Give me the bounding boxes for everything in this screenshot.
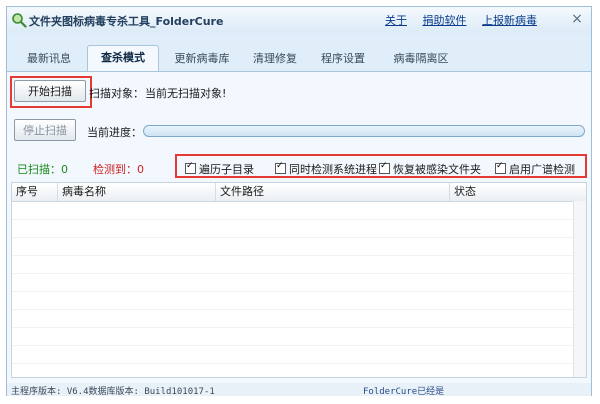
start-scan-button[interactable]: 开始扫描	[14, 80, 86, 102]
tab-quarantine[interactable]: 病毒隔离区	[383, 47, 459, 71]
window-title: 文件夹图标病毒专杀工具_FolderCure	[29, 15, 224, 28]
scan-target-value: 当前无扫描对象!	[145, 87, 227, 100]
option-label: 启用广谱检测	[509, 163, 575, 176]
top-links: 关于 捐助软件 上报新病毒	[373, 12, 537, 28]
tab-clean-repair[interactable]: 清理修复	[243, 47, 307, 71]
check-icon[interactable]	[185, 161, 196, 174]
title-bar: 文件夹图标病毒专杀工具_FolderCure 关于 捐助软件 上报新病毒 ×	[7, 7, 591, 33]
scanned-label: 已扫描：	[17, 163, 61, 176]
grid-line	[12, 291, 586, 292]
scanned-count: 已扫描：0	[17, 161, 68, 177]
tab-settings[interactable]: 程序设置	[311, 47, 375, 71]
tab-news[interactable]: 最新讯息	[17, 47, 81, 71]
status-message: FolderCure已经是	[363, 387, 445, 397]
detected-count: 检测到：0	[93, 161, 144, 177]
about-link[interactable]: 关于	[385, 14, 407, 27]
detected-value: 0	[137, 163, 144, 176]
grid-line	[12, 363, 586, 364]
grid-line	[12, 219, 586, 220]
option-restore-folders[interactable]: 恢复被感染文件夹	[379, 161, 481, 177]
grid-line	[12, 327, 586, 328]
grid-line	[12, 345, 586, 346]
column-status[interactable]: 状态	[450, 183, 576, 201]
grid-line	[12, 273, 586, 274]
grid-line	[12, 255, 586, 256]
column-file-path[interactable]: 文件路径	[216, 183, 450, 201]
table-header: 序号 病毒名称 文件路径 状态	[12, 183, 586, 202]
donate-link[interactable]: 捐助软件	[423, 14, 467, 27]
stop-scan-button[interactable]: 停止扫描	[14, 119, 76, 141]
tab-bar: 最新讯息 查杀模式 更新病毒库 清理修复 程序设置 病毒隔离区	[7, 45, 591, 73]
progress-label: 当前进度：	[87, 126, 142, 139]
grid-line	[12, 237, 586, 238]
scan-progress-bar	[143, 125, 585, 137]
check-icon[interactable]	[379, 161, 390, 174]
scan-target-label: 扫描对象：	[89, 87, 144, 100]
option-check-processes[interactable]: 同时检测系统进程	[275, 161, 377, 177]
detected-label: 检测到：	[93, 163, 137, 176]
option-label: 同时检测系统进程	[289, 163, 377, 176]
option-broad-spectrum[interactable]: 启用广谱检测	[495, 161, 575, 177]
report-virus-link[interactable]: 上报新病毒	[482, 14, 537, 27]
table-scrollbar[interactable]	[573, 201, 586, 377]
column-index[interactable]: 序号	[12, 183, 58, 201]
scanned-value: 0	[61, 163, 68, 176]
scan-panel: 开始扫描 扫描对象： 当前无扫描对象! 停止扫描 当前进度： 已扫描：0 检测到…	[7, 71, 591, 384]
tab-scan-mode[interactable]: 查杀模式	[87, 45, 159, 72]
magnifier-icon	[12, 13, 27, 28]
version-info: 主程序版本: V6.4数据库版本: Build101017-1	[11, 387, 215, 397]
results-table: 序号 病毒名称 文件路径 状态	[11, 182, 587, 378]
option-label: 遍历子目录	[199, 163, 254, 176]
grid-line	[12, 309, 586, 310]
tab-update-db[interactable]: 更新病毒库	[165, 47, 239, 71]
check-icon[interactable]	[275, 161, 286, 174]
option-traverse-subdirs[interactable]: 遍历子目录	[185, 161, 254, 177]
status-bar: 主程序版本: V6.4数据库版本: Build101017-1 FolderCu…	[7, 383, 591, 397]
column-virus-name[interactable]: 病毒名称	[58, 183, 216, 201]
option-label: 恢复被感染文件夹	[393, 163, 481, 176]
check-icon[interactable]	[495, 161, 506, 174]
app-window: 文件夹图标病毒专杀工具_FolderCure 关于 捐助软件 上报新病毒 × 最…	[6, 6, 592, 397]
close-icon[interactable]: ×	[569, 11, 585, 27]
